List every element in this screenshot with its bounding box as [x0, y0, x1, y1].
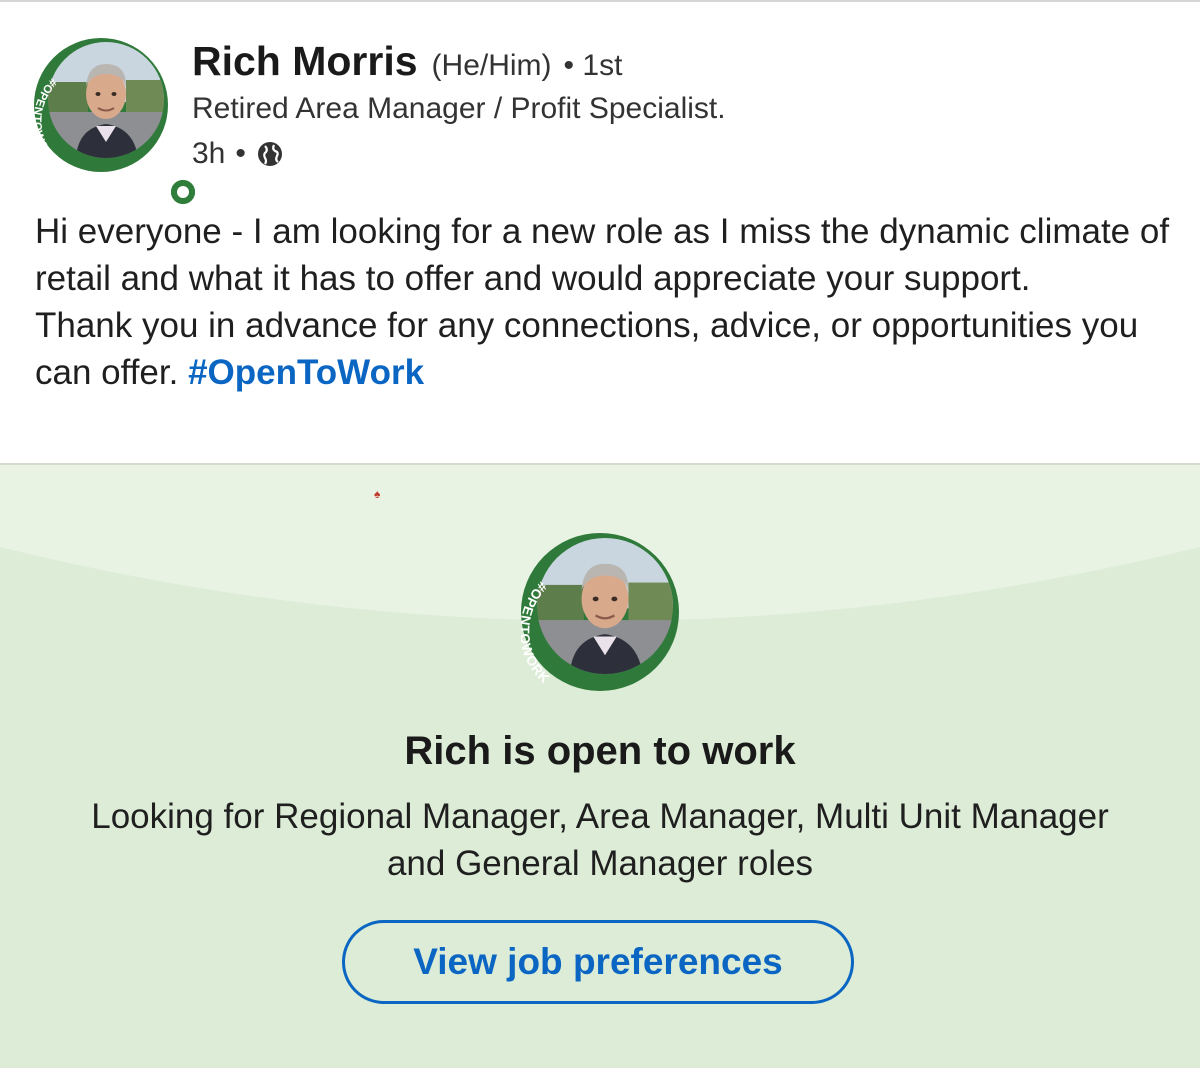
globe-icon: [257, 142, 282, 166]
opentowork-hashtag-link[interactable]: #OpenToWork: [188, 353, 424, 392]
post-meta: 3h •: [192, 134, 284, 174]
opentowork-ring-label: #OPENTOWORK: [521, 579, 553, 687]
connection-degree: • 1st: [563, 49, 623, 82]
post-time: 3h: [192, 137, 226, 170]
open-to-work-title: Rich is open to work: [404, 729, 796, 773]
author-name[interactable]: Rich Morris: [192, 38, 418, 85]
post-paragraph: Hi everyone - I am looking for a new rol…: [35, 212, 1170, 298]
author-name-line: Rich Morris (He/Him) • 1st: [192, 38, 622, 88]
post-body: Hi everyone - I am looking for a new rol…: [35, 208, 1175, 396]
open-to-work-card: ♠ #OP ORK Rich is open to work Looking f…: [0, 463, 1200, 1068]
stray-mark: ♠: [374, 487, 381, 501]
author-avatar[interactable]: #OPENTOWORK: [34, 38, 200, 209]
author-headline: Retired Area Manager / Profit Specialist…: [192, 92, 726, 125]
post-page: #OPENTOWORK Rich Morris (He/Him) • 1st R…: [0, 0, 1200, 1068]
svg-text:#OPENTOWORK: #OPENTOWORK: [34, 76, 60, 168]
post-header: #OPENTOWORK Rich Morris (He/Him) • 1st R…: [0, 0, 1200, 209]
author-pronouns: (He/Him): [431, 49, 552, 82]
svg-text:#OPENTOWORK: #OPENTOWORK: [521, 579, 553, 687]
post-paragraph-closing: Thank you in advance for any connections…: [35, 302, 1175, 396]
card-avatar[interactable]: #OPENTOWORK: [521, 533, 679, 691]
opentowork-ring-label: #OPENTOWORK: [34, 76, 60, 168]
meta-separator: •: [235, 137, 246, 170]
presence-indicator-icon: [166, 175, 200, 209]
open-to-work-description: Looking for Regional Manager, Area Manag…: [91, 797, 1109, 883]
view-job-preferences-button[interactable]: View job preferences: [342, 920, 854, 1004]
